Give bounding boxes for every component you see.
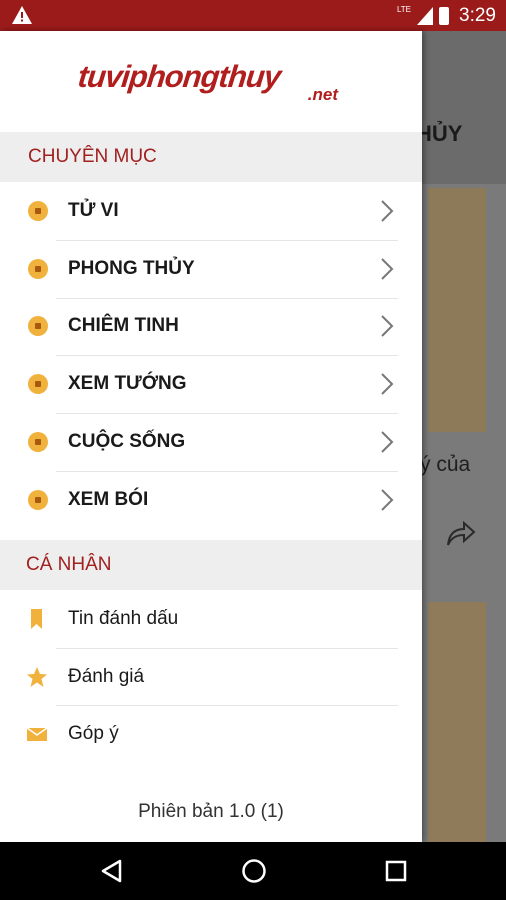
category-label: CUỘC SỐNG [68,431,186,453]
recents-icon[interactable] [382,857,410,885]
background-card-image [428,602,486,842]
category-item-phong-thuy[interactable]: PHONG THỦY [0,239,422,298]
share-icon [447,521,476,546]
star-icon [27,666,47,687]
category-item-chiem-tinh[interactable]: CHIÊM TINH [0,297,422,356]
logo-suffix: .net [307,85,338,104]
section-header-personal: CÁ NHÂN [0,540,422,590]
app-version: Phiên bản 1.0 (1) [138,801,284,822]
chevron-right-icon [381,200,394,222]
category-label: CHIÊM TINH [68,315,179,337]
coin-icon [28,489,48,510]
warning-icon [12,6,32,24]
category-label: XEM TƯỚNG [68,373,187,395]
personal-label: Đánh giá [68,665,145,687]
coin-icon [28,200,48,221]
navigation-drawer: tuviphongthuy .net CHUYÊN MỤC TỬ VI PHON… [0,31,422,842]
category-label: TỬ VI [68,199,119,221]
background-toolbar [422,31,506,184]
category-label: XEM BÓI [68,488,149,510]
system-nav-bar [0,842,506,900]
chevron-right-icon [381,315,394,338]
bookmark-icon [31,608,42,629]
category-label: PHONG THỦY [68,257,195,279]
personal-item-bookmarks[interactable]: Tin đánh dấu [0,590,422,648]
chevron-right-icon [381,489,394,511]
category-item-cuoc-song[interactable]: CUỘC SỐNG [0,413,422,471]
personal-label: Tin đánh dấu [68,607,179,629]
coin-icon [28,316,48,337]
clock: 3:29 [459,4,496,26]
chevron-right-icon [381,373,394,395]
battery-icon [439,6,450,25]
category-item-xem-tuong[interactable]: XEM TƯỚNG [0,355,422,413]
mail-icon [26,727,48,742]
chevron-right-icon [381,257,394,280]
background-content: HỦY ý của [422,31,506,842]
personal-item-rate[interactable]: Đánh giá [0,647,422,706]
coin-icon [28,258,48,279]
personal-list: Tin đánh dấu Đánh giá Góp ý [0,590,422,763]
app-logo: tuviphongthuy .net [76,59,346,109]
personal-item-feedback[interactable]: Góp ý [0,705,422,763]
background-title: HỦY [422,121,463,146]
category-item-tu-vi[interactable]: TỬ VI [0,182,422,240]
network-type: LTE [396,4,412,14]
section-header-categories: CHUYÊN MỤC [0,132,422,182]
back-icon[interactable] [98,857,126,885]
home-icon[interactable] [240,857,268,885]
chevron-right-icon [381,431,394,453]
status-bar: LTE 3:29 [0,0,506,31]
signal-icon [417,6,434,25]
background-card-image [428,188,486,432]
category-item-xem-boi[interactable]: XEM BÓI [0,470,422,529]
coin-icon [28,432,48,453]
coin-icon [28,374,48,395]
logo-text: tuviphongthuy [76,59,283,94]
background-card-text: ý của [422,453,471,476]
category-list: TỬ VI PHONG THỦY CHIÊM TINH XEM TƯỚNG CU… [0,182,422,529]
personal-label: Góp ý [68,723,119,745]
